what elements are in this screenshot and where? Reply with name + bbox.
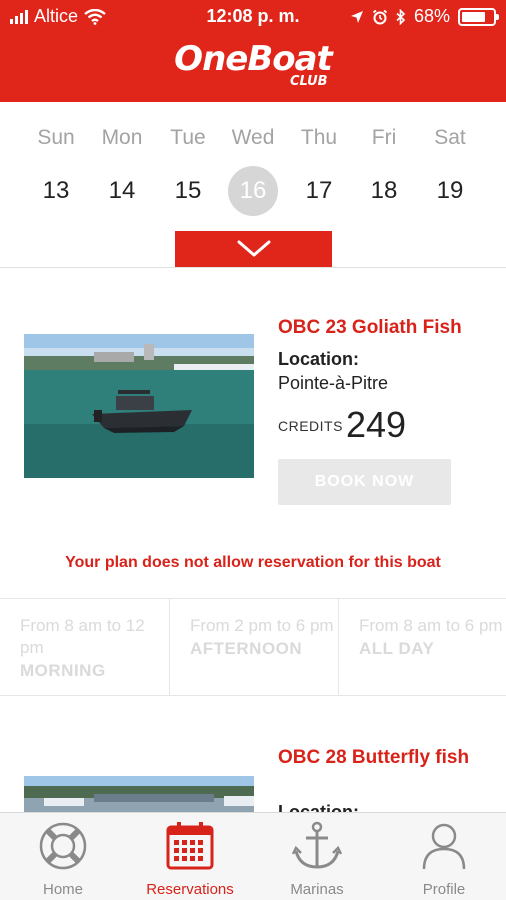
tab-bar: Home Reservations Marinas Profile	[0, 812, 506, 900]
expand-calendar-button[interactable]	[175, 231, 332, 267]
battery-icon	[458, 7, 499, 26]
tab-label: Profile	[422, 881, 466, 898]
app-logo: OneBoat CLUB	[0, 39, 506, 89]
lifebuoy-icon	[39, 822, 87, 870]
tab-home[interactable]: Home	[0, 813, 126, 900]
location-label: Location:	[278, 349, 359, 369]
location-label: Location:	[278, 802, 359, 812]
anchor-icon	[292, 821, 342, 869]
boat-photo[interactable]	[24, 334, 254, 478]
tab-label: Reservations	[146, 881, 234, 898]
logo-sub: CLUB	[290, 74, 328, 89]
day-name: Sat	[434, 126, 466, 149]
boat-title[interactable]: OBC 23 Goliath Fish	[278, 317, 462, 339]
boat-photo-image	[24, 776, 254, 812]
week-calendar: Sun 13 Mon 14 Tue 15 Wed 16 Thu 17 Fri 1…	[0, 102, 506, 268]
day-number[interactable]: 17	[294, 166, 344, 216]
day-name: Wed	[231, 126, 275, 149]
status-bar: Altice 12:08 p. m. 68%	[0, 0, 506, 34]
slot-name: MORNING	[20, 661, 106, 680]
logo-brand: OneBoat	[174, 39, 333, 79]
alarm-icon	[372, 9, 388, 24]
boat-title[interactable]: OBC 28 Butterfly fish	[278, 746, 488, 770]
location-arrow-icon	[350, 10, 363, 23]
tab-marinas[interactable]: Marinas	[254, 813, 380, 900]
credits-value: 249	[346, 404, 407, 445]
boat-photo-image	[24, 334, 254, 478]
slot-time: From 8 am to 12 pm	[20, 616, 145, 657]
day-number[interactable]: 15	[163, 166, 213, 216]
reservation-warning: Your plan does not allow reservation for…	[65, 554, 441, 571]
credits-label: CREDITS	[278, 418, 343, 434]
battery-percent: 68%	[413, 6, 450, 26]
slot-afternoon[interactable]: From 2 pm to 6 pm AFTERNOON	[169, 599, 338, 695]
boat-photo[interactable]	[24, 776, 254, 812]
slot-name: ALL DAY	[359, 639, 435, 658]
location-value: Pointe-à-Pitre	[278, 373, 389, 393]
app-header: Altice 12:08 p. m. 68% OneBoat CLUB	[0, 0, 506, 102]
day-name: Fri	[371, 126, 397, 149]
time-slots: From 8 am to 12 pm MORNING From 2 pm to …	[0, 598, 506, 696]
slot-name: AFTERNOON	[190, 639, 303, 658]
day-name: Mon	[101, 126, 143, 149]
tab-reservations[interactable]: Reservations	[127, 813, 253, 900]
calendar-icon	[166, 822, 214, 870]
day-number-selected[interactable]: 16	[228, 166, 278, 216]
slot-time: From 8 am to 6 pm	[359, 616, 503, 635]
slot-time: From 2 pm to 6 pm	[190, 616, 334, 635]
day-number[interactable]: 13	[31, 166, 81, 216]
slot-morning[interactable]: From 8 am to 12 pm MORNING	[0, 599, 169, 695]
boat-list[interactable]: OBC 23 Goliath Fish Location: Pointe-à-P…	[0, 268, 506, 812]
day-name: Thu	[300, 126, 338, 149]
tab-label: Home	[42, 881, 83, 898]
day-name: Tue	[170, 126, 206, 149]
day-number[interactable]: 18	[359, 166, 409, 216]
bluetooth-icon	[396, 8, 406, 25]
person-icon	[422, 823, 466, 870]
chevron-down-icon	[237, 240, 270, 257]
slot-all-day[interactable]: From 8 am to 6 pm ALL DAY	[338, 599, 506, 695]
day-number[interactable]: 14	[97, 166, 147, 216]
day-name: Sun	[37, 126, 75, 149]
tab-profile[interactable]: Profile	[381, 813, 506, 900]
book-now-button[interactable]: BOOK NOW	[278, 459, 451, 505]
tab-label: Marinas	[290, 881, 344, 898]
day-number[interactable]: 19	[425, 166, 475, 216]
